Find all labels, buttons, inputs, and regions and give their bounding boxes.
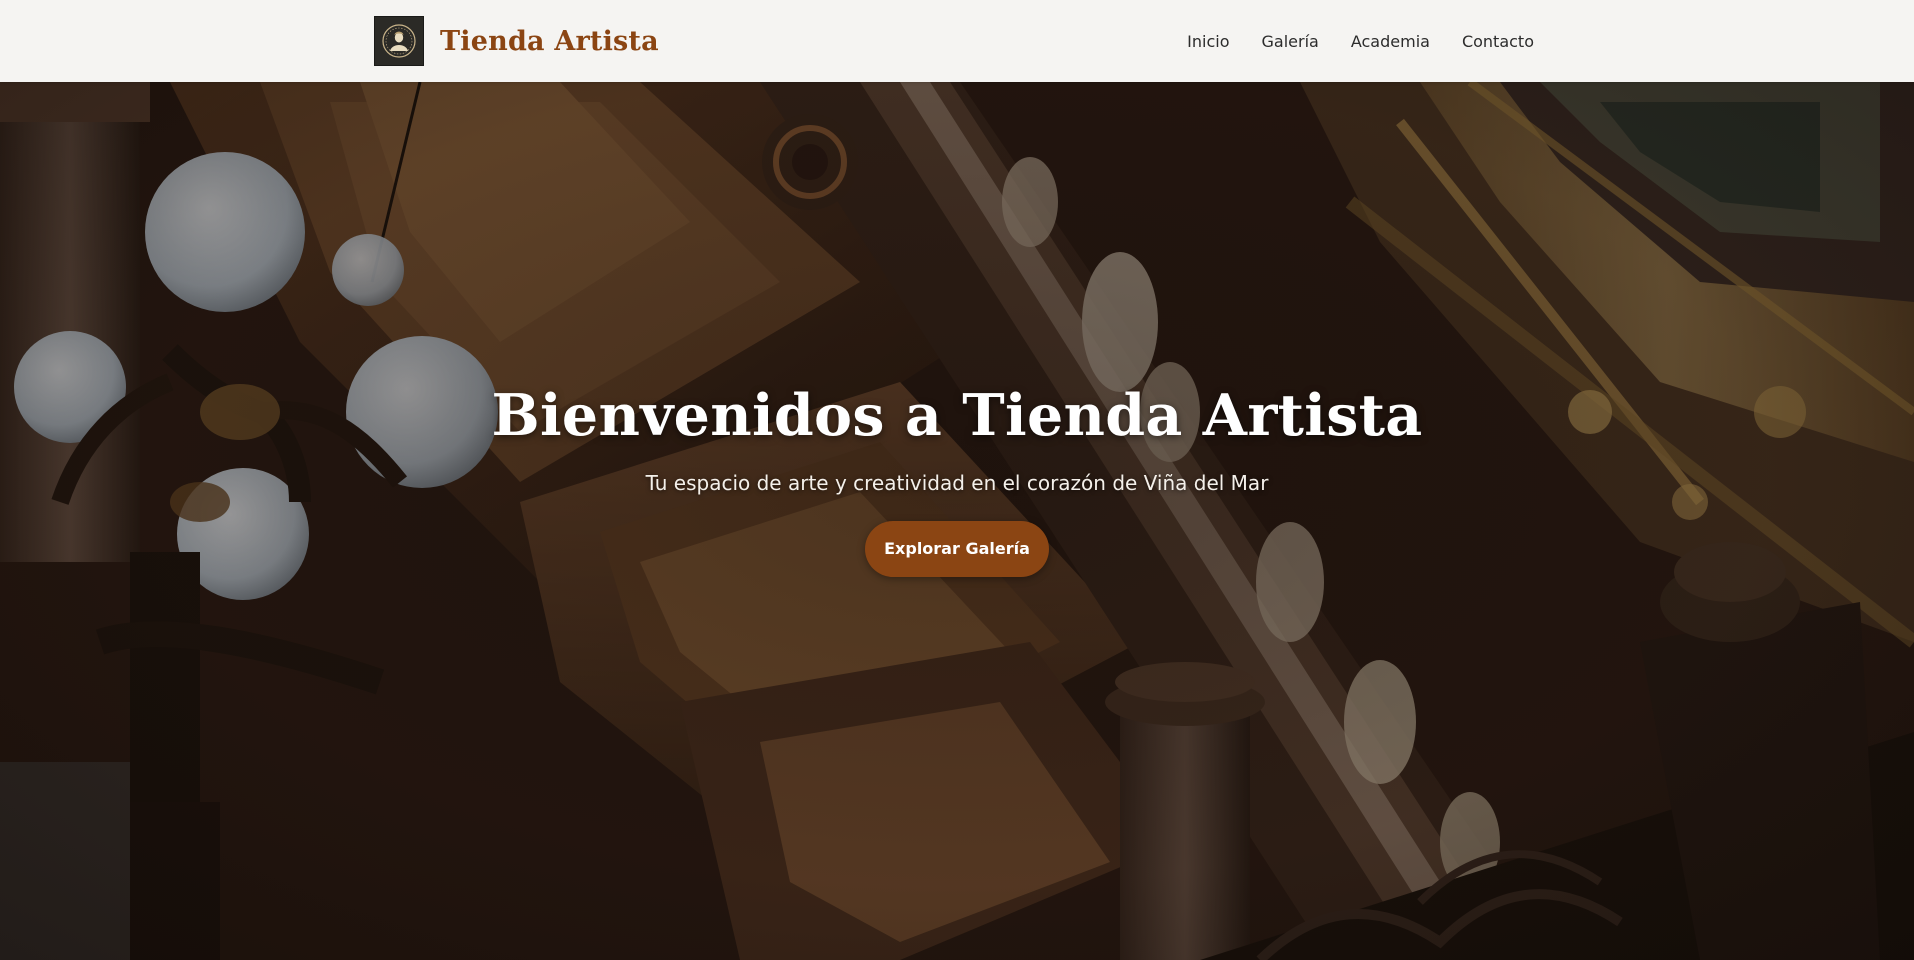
nav-item-academia[interactable]: Academia: [1351, 32, 1430, 51]
hero-content: Bienvenidos a Tienda Artista Tu espacio …: [0, 382, 1914, 577]
main-nav: Inicio Galería Academia Contacto: [1155, 0, 1534, 82]
explore-gallery-button[interactable]: Explorar Galería: [865, 521, 1049, 577]
nav-item-contacto[interactable]: Contacto: [1462, 32, 1534, 51]
nav-item-galeria[interactable]: Galería: [1262, 32, 1319, 51]
site-header: Tienda Artista Inicio Galería Academia C…: [0, 0, 1914, 82]
nav-item-inicio[interactable]: Inicio: [1187, 32, 1229, 51]
cameo-portrait-logo: [374, 16, 424, 66]
brand-name: Tienda Artista: [440, 25, 659, 57]
brand-link[interactable]: Tienda Artista: [374, 16, 659, 66]
hero-subtitle: Tu espacio de arte y creatividad en el c…: [645, 471, 1269, 495]
hero-section: Bienvenidos a Tienda Artista Tu espacio …: [0, 82, 1914, 960]
hero-title: Bienvenidos a Tienda Artista: [491, 382, 1423, 449]
